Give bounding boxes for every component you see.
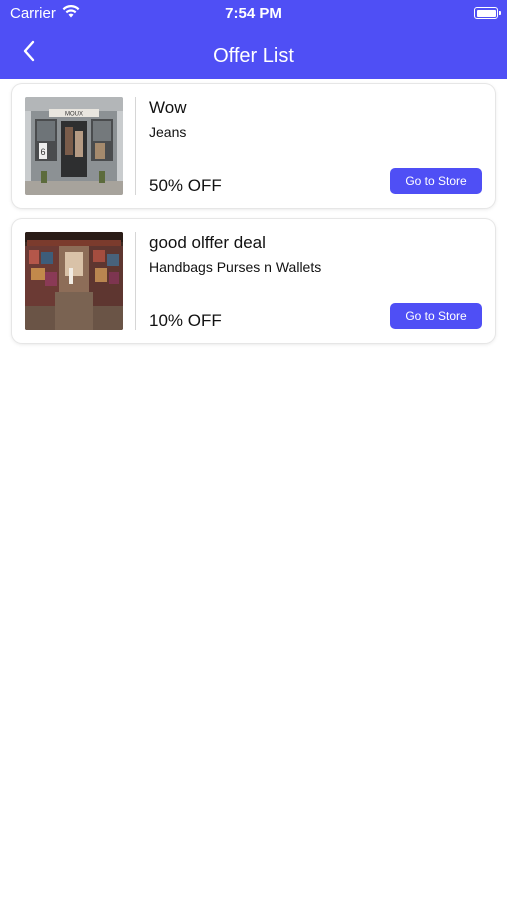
card-divider xyxy=(135,232,136,330)
offer-image-storefront: MOUX 6 xyxy=(25,97,123,195)
offer-list: MOUX 6 Wow Jeans 50% OFF Go to Store goo… xyxy=(12,84,495,354)
offer-category: Handbags Purses n Wallets xyxy=(149,259,322,275)
store-sign-text: MOUX xyxy=(65,112,83,118)
offer-card: MOUX 6 Wow Jeans 50% OFF Go to Store xyxy=(12,84,495,208)
offer-discount: 50% OFF xyxy=(149,176,222,195)
offer-card: good olffer deal Handbags Purses n Walle… xyxy=(12,219,495,343)
go-to-store-button[interactable]: Go to Store xyxy=(390,168,482,194)
offer-image-market xyxy=(25,232,123,330)
offer-discount: 10% OFF xyxy=(149,311,222,330)
nav-header: Carrier 7:54 PM Offer List xyxy=(0,0,507,79)
offer-title: Wow xyxy=(149,98,187,117)
status-bar: Carrier 7:54 PM xyxy=(0,0,507,28)
page-title: Offer List xyxy=(213,45,294,67)
svg-text:6: 6 xyxy=(40,147,45,157)
offer-title: good olffer deal xyxy=(149,233,266,252)
offer-category: Jeans xyxy=(149,124,187,140)
go-to-store-button[interactable]: Go to Store xyxy=(390,303,482,329)
card-divider xyxy=(135,97,136,195)
battery-icon xyxy=(474,7,501,19)
status-time: 7:54 PM xyxy=(225,5,282,22)
